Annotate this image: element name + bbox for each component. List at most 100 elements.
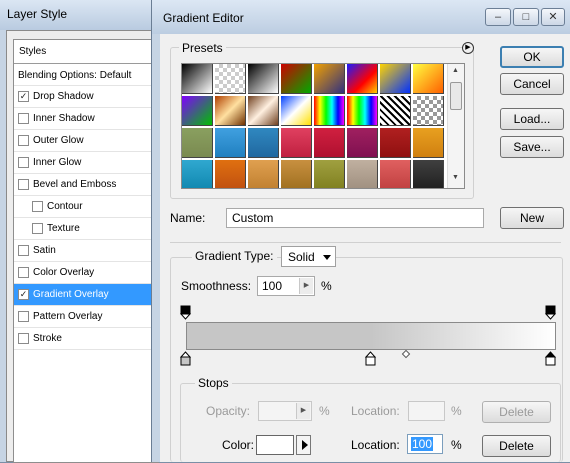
color-menu-button[interactable]	[296, 435, 311, 455]
layer-style-item[interactable]: Texture	[14, 218, 158, 240]
preset-swatch[interactable]	[215, 128, 246, 158]
layer-style-body: Styles Blending Options: Default ✓ Drop S…	[6, 30, 159, 463]
save-button[interactable]: Save...	[500, 136, 564, 158]
opacity-location-unit: %	[451, 404, 462, 418]
layer-style-item[interactable]: Inner Shadow	[14, 108, 158, 130]
gradient-preview-bar[interactable]	[186, 322, 556, 350]
checkbox[interactable]	[18, 179, 29, 190]
layer-style-item[interactable]: Pattern Overlay	[14, 306, 158, 328]
smoothness-field[interactable]: 100 ▶	[257, 276, 315, 296]
preset-swatch[interactable]	[413, 160, 444, 188]
stop-color-swatch[interactable]	[256, 435, 294, 455]
layer-style-item[interactable]: ✓ Drop Shadow	[14, 86, 158, 108]
preset-swatch[interactable]	[215, 96, 246, 126]
gradient-type-select[interactable]: Solid	[281, 246, 336, 267]
opacity-stop-left[interactable]	[180, 305, 191, 320]
checkbox[interactable]	[18, 267, 29, 278]
preset-swatch[interactable]	[314, 128, 345, 158]
preset-swatch[interactable]	[314, 96, 345, 126]
opacity-field[interactable]: ▶	[258, 401, 312, 421]
checkbox[interactable]	[18, 157, 29, 168]
opacity-spinner-icon[interactable]: ▶	[296, 403, 310, 419]
preset-swatch[interactable]	[380, 128, 411, 158]
scroll-thumb[interactable]	[450, 82, 462, 110]
preset-swatch[interactable]	[248, 128, 279, 158]
checkbox[interactable]: ✓	[18, 289, 29, 300]
color-stop-left[interactable]	[180, 351, 191, 366]
checkbox[interactable]	[18, 245, 29, 256]
checkbox[interactable]	[32, 223, 43, 234]
preset-swatch[interactable]	[215, 160, 246, 188]
checkbox[interactable]	[18, 311, 29, 322]
preset-swatch[interactable]	[380, 96, 411, 126]
preset-swatch[interactable]	[347, 160, 378, 188]
styles-header-label: Styles	[19, 46, 47, 57]
presets-menu-icon[interactable]: ▶	[462, 42, 474, 54]
checkbox[interactable]: ✓	[18, 91, 29, 102]
preset-swatch[interactable]	[347, 64, 378, 94]
opacity-stop-right[interactable]	[545, 305, 556, 320]
name-field[interactable]: Custom	[226, 208, 484, 228]
color-stop-middle[interactable]	[365, 351, 376, 366]
smoothness-spinner-icon[interactable]: ▶	[299, 278, 313, 294]
layer-style-item-label: Drop Shadow	[33, 91, 94, 102]
styles-header[interactable]: Styles	[14, 40, 158, 64]
gradient-editor-body: Presets ▶ ▲ ▼ OK Cancel Load... Save... …	[160, 34, 570, 462]
gradient-type-value: Solid	[288, 250, 315, 264]
opacity-delete-button[interactable]: Delete	[482, 401, 551, 423]
preset-swatch[interactable]	[215, 64, 246, 94]
blending-options-item[interactable]: Blending Options: Default	[14, 64, 158, 86]
preset-swatch[interactable]	[413, 64, 444, 94]
layer-style-item-label: Stroke	[33, 333, 62, 344]
layer-style-item[interactable]: Outer Glow	[14, 130, 158, 152]
preset-swatch[interactable]	[380, 64, 411, 94]
preset-swatch[interactable]	[413, 128, 444, 158]
preset-swatch[interactable]	[182, 64, 213, 94]
close-button[interactable]: ✕	[541, 8, 565, 26]
checkbox[interactable]	[32, 201, 43, 212]
checkbox[interactable]	[18, 113, 29, 124]
maximize-button[interactable]: □	[513, 8, 539, 26]
layer-style-item[interactable]: Satin	[14, 240, 158, 262]
preset-swatch[interactable]	[281, 96, 312, 126]
preset-swatch[interactable]	[248, 64, 279, 94]
layer-style-item[interactable]: ✓ Gradient Overlay	[14, 284, 158, 306]
preset-swatch[interactable]	[248, 160, 279, 188]
layer-style-item[interactable]: Stroke	[14, 328, 158, 350]
preset-swatch[interactable]	[314, 64, 345, 94]
layer-style-item[interactable]: Color Overlay	[14, 262, 158, 284]
preset-swatch[interactable]	[281, 160, 312, 188]
color-location-field[interactable]: 100	[407, 434, 443, 454]
preset-swatch[interactable]	[347, 96, 378, 126]
preset-swatch[interactable]	[182, 96, 213, 126]
preset-swatch[interactable]	[281, 64, 312, 94]
color-delete-button[interactable]: Delete	[482, 435, 551, 457]
checkbox[interactable]	[18, 135, 29, 146]
preset-swatch[interactable]	[281, 128, 312, 158]
opacity-location-field[interactable]	[408, 401, 445, 421]
preset-swatch[interactable]	[413, 96, 444, 126]
cancel-button[interactable]: Cancel	[500, 73, 564, 95]
scroll-up-icon[interactable]: ▲	[452, 67, 459, 74]
layer-style-item[interactable]: Bevel and Emboss	[14, 174, 158, 196]
color-stop-right[interactable]	[545, 351, 556, 366]
layer-style-item[interactable]: Inner Glow	[14, 152, 158, 174]
checkbox[interactable]	[18, 333, 29, 344]
preset-swatch[interactable]	[248, 96, 279, 126]
ok-button[interactable]: OK	[500, 46, 564, 68]
preset-swatch[interactable]	[380, 160, 411, 188]
layer-style-window: Layer Style Styles Blending Options: Def…	[0, 0, 159, 463]
layer-style-item-label: Inner Glow	[33, 157, 82, 168]
preset-swatch[interactable]	[182, 160, 213, 188]
scroll-down-icon[interactable]: ▼	[452, 174, 459, 181]
minimize-button[interactable]: –	[485, 8, 511, 26]
color-label: Color:	[222, 438, 255, 452]
preset-swatch[interactable]	[182, 128, 213, 158]
smoothness-label: Smoothness:	[181, 279, 252, 293]
layer-style-item[interactable]: Contour	[14, 196, 158, 218]
preset-swatch[interactable]	[314, 160, 345, 188]
load-button[interactable]: Load...	[500, 108, 564, 130]
preset-swatch[interactable]	[347, 128, 378, 158]
presets-scrollbar[interactable]: ▲ ▼	[447, 64, 464, 188]
new-button[interactable]: New	[500, 207, 564, 229]
